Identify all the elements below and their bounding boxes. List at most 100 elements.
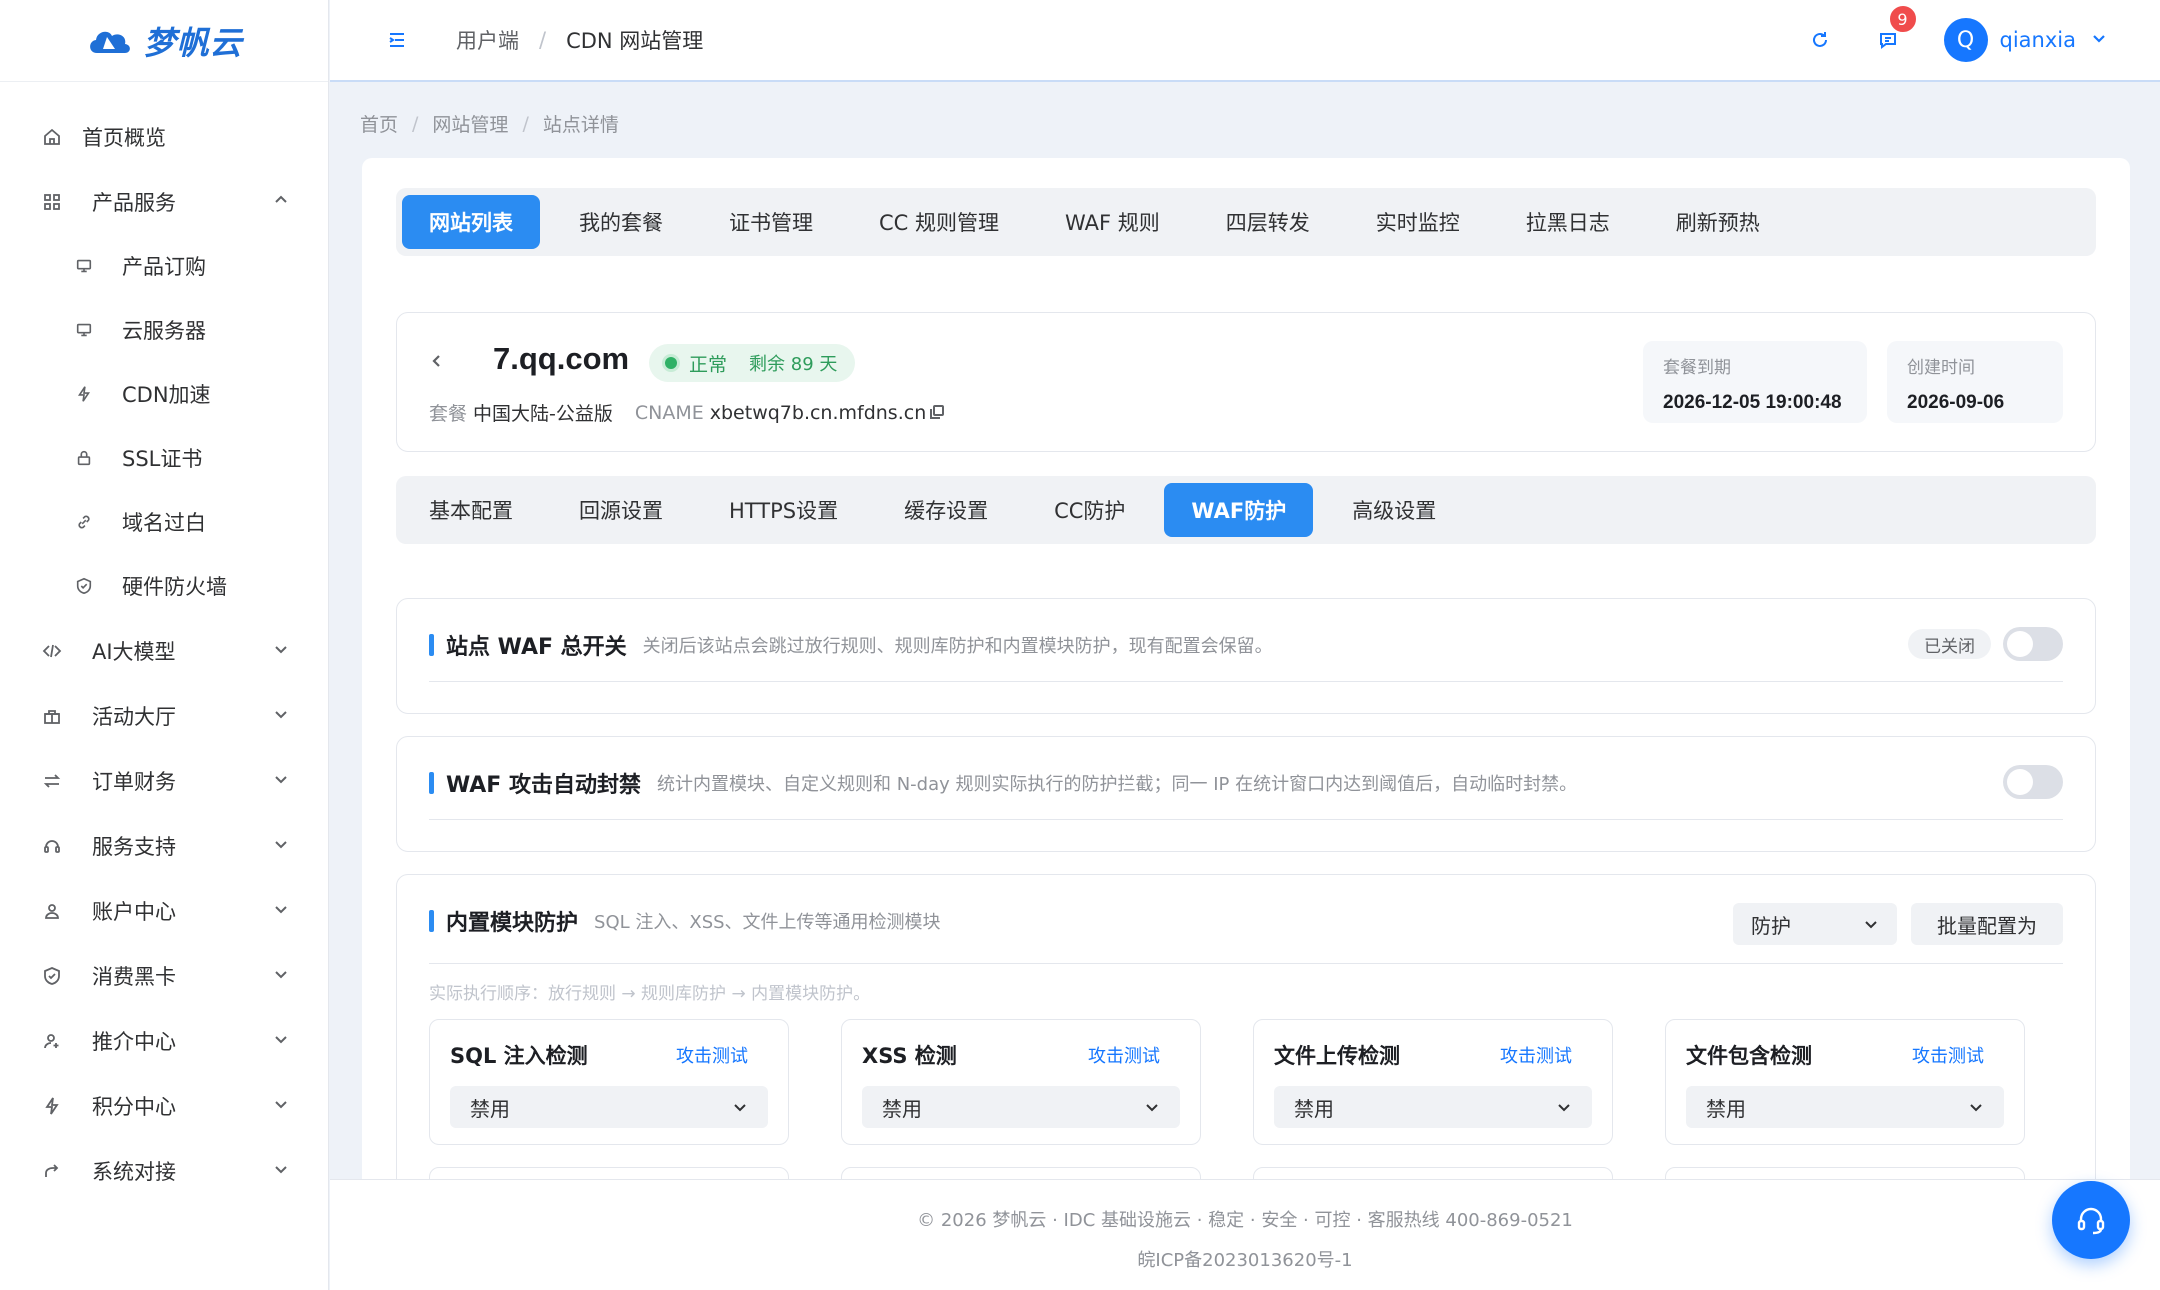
- module-mode-select[interactable]: 禁用: [1274, 1086, 1592, 1128]
- waf-master-toggle[interactable]: [2003, 627, 2063, 661]
- module-card: XSS 检测 攻击测试 禁用: [841, 1019, 1201, 1145]
- tab-top-0[interactable]: 网站列表: [402, 195, 540, 249]
- expire-box: 套餐到期 2026-12-05 19:00:48: [1643, 341, 1867, 423]
- sidebar-item-3[interactable]: 活动大厅: [0, 683, 328, 748]
- sidebar-menu: 首页概览 产品服务 产品订购 云服务器 CDN加速 SSL证书 域名过白硬件防火墙 AI大模型…: [0, 82, 328, 1203]
- share-icon: [42, 1161, 62, 1181]
- chevron-up-icon: [272, 190, 290, 214]
- refresh-icon[interactable]: [1806, 26, 1834, 54]
- chevron-down-icon: [1865, 921, 1877, 929]
- tab-config-3[interactable]: 缓存设置: [877, 483, 1015, 537]
- sidebar-subitem-5[interactable]: 硬件防火墙: [0, 554, 328, 618]
- breadcrumb-separator: /: [412, 112, 419, 135]
- batch-mode-select[interactable]: 防护: [1733, 903, 1897, 945]
- batch-config-button[interactable]: 批量配置为: [1911, 903, 2063, 945]
- tab-top-7[interactable]: 拉黑日志: [1499, 195, 1637, 249]
- sidebar-subitem-2[interactable]: CDN加速: [0, 362, 328, 426]
- config-tabs: 基本配置 回源设置 HTTPS设置 缓存设置 CC防护 WAF防护 高级设置: [396, 476, 2096, 544]
- sidebar-item-label: 硬件防火墙: [122, 575, 227, 599]
- tab-top-8[interactable]: 刷新预热: [1649, 195, 1787, 249]
- sidebar-item-9[interactable]: 积分中心: [0, 1073, 328, 1138]
- attack-test-link[interactable]: 攻击测试: [1912, 1042, 1984, 1068]
- sidebar-item-0[interactable]: 首页概览: [0, 104, 328, 169]
- sidebar-item-5[interactable]: 服务支持: [0, 813, 328, 878]
- tab-config-4[interactable]: CC防护: [1027, 483, 1152, 537]
- monitor-icon: [74, 320, 94, 340]
- chevron-down-icon: [1558, 1104, 1570, 1112]
- section-bar: [429, 772, 434, 794]
- username[interactable]: qianxia: [2000, 28, 2076, 52]
- chevron-down-icon: [272, 834, 290, 858]
- bolt-icon: [74, 384, 94, 404]
- content-card: 网站列表 我的套餐 证书管理 CC 规则管理 WAF 规则 四层转发 实时监控 拉黑日志 刷新预…: [362, 158, 2130, 1179]
- attack-test-link[interactable]: 攻击测试: [1088, 1042, 1160, 1068]
- status-badge: 正常 剩余 89 天: [649, 344, 856, 382]
- site-domain: 7.qq.com: [493, 341, 630, 376]
- module-mode-value: 禁用: [882, 1096, 922, 1121]
- module-card: [1665, 1167, 2025, 1179]
- tab-top-4[interactable]: WAF 规则: [1038, 195, 1187, 249]
- breadcrumb-home[interactable]: 首页: [360, 110, 398, 137]
- back-icon[interactable]: [425, 349, 449, 373]
- module-mode-select[interactable]: 禁用: [450, 1086, 768, 1128]
- toggle-knob: [2007, 769, 2033, 795]
- tab-config-5[interactable]: WAF防护: [1164, 483, 1314, 537]
- sidebar-subitem-0[interactable]: 产品订购: [0, 234, 328, 298]
- header-breadcrumb-root[interactable]: 用户端: [456, 25, 519, 55]
- attack-test-link[interactable]: 攻击测试: [1500, 1042, 1572, 1068]
- sidebar-item-4[interactable]: 订单财务: [0, 748, 328, 813]
- chevron-down-icon: [1970, 1104, 1982, 1112]
- tab-top-3[interactable]: CC 规则管理: [852, 195, 1026, 249]
- tab-top-2[interactable]: 证书管理: [702, 195, 840, 249]
- sidebar-item-7[interactable]: 消费黑卡: [0, 943, 328, 1008]
- home-icon: [42, 127, 62, 147]
- breadcrumb-site-manage[interactable]: 网站管理: [432, 110, 508, 137]
- copy-icon[interactable]: [930, 402, 945, 424]
- message-icon[interactable]: 9: [1874, 4, 1918, 54]
- sidebar-subitem-1[interactable]: 云服务器: [0, 298, 328, 362]
- tab-config-1[interactable]: 回源设置: [552, 483, 690, 537]
- tab-top-1[interactable]: 我的套餐: [552, 195, 690, 249]
- waf-master-switch-panel: 站点 WAF 总开关 关闭后该站点会跳过放行规则、规则库防护和内置模块防护，现有…: [396, 598, 2096, 714]
- chevron-down-icon: [272, 704, 290, 728]
- header-breadcrumb-current: CDN 网站管理: [566, 29, 704, 53]
- support-headset-icon[interactable]: [2052, 1181, 2130, 1259]
- created-box: 创建时间 2026-09-06: [1887, 341, 2063, 423]
- expire-value: 2026-12-05 19:00:48: [1663, 392, 1842, 413]
- tab-top-6[interactable]: 实时监控: [1349, 195, 1487, 249]
- chevron-down-icon: [272, 769, 290, 793]
- sidebar-item-1[interactable]: 产品服务: [0, 169, 328, 234]
- attack-test-link[interactable]: 攻击测试: [676, 1042, 748, 1068]
- sidebar-item-10[interactable]: 系统对接: [0, 1138, 328, 1203]
- sidebar-item-2[interactable]: AI大模型: [0, 618, 328, 683]
- swap-icon: [42, 771, 62, 791]
- toggle-knob: [2007, 631, 2033, 657]
- sidebar-subitem-3[interactable]: SSL证书: [0, 426, 328, 490]
- menu-collapse-icon[interactable]: [382, 25, 412, 55]
- expire-label: 套餐到期: [1663, 358, 1731, 378]
- sidebar-item-8[interactable]: 推介中心: [0, 1008, 328, 1073]
- module-mode-select[interactable]: 禁用: [862, 1086, 1180, 1128]
- tab-config-0[interactable]: 基本配置: [402, 483, 540, 537]
- user-icon: [42, 901, 62, 921]
- tab-config-2[interactable]: HTTPS设置: [702, 483, 865, 537]
- sidebar-subitem-4[interactable]: 域名过白: [0, 490, 328, 554]
- monitor-icon: [74, 256, 94, 276]
- module-mode-value: 禁用: [1706, 1096, 1746, 1121]
- footer-icp[interactable]: 皖ICP备2023013620号-1: [330, 1246, 2160, 1272]
- sidebar-item-label: 订单财务: [92, 769, 176, 794]
- auto-ban-toggle[interactable]: [2003, 765, 2063, 799]
- sidebar-item-6[interactable]: 账户中心: [0, 878, 328, 943]
- avatar[interactable]: Q: [1943, 18, 1988, 62]
- section-bar: [429, 634, 434, 656]
- breadcrumb-site-detail: 站点详情: [542, 114, 619, 136]
- execution-order-note: 实际执行顺序：放行规则 → 规则库防护 → 内置模块防护。: [429, 984, 871, 1004]
- tab-top-5[interactable]: 四层转发: [1199, 195, 1337, 249]
- module-mode-select[interactable]: 禁用: [1686, 1086, 2004, 1128]
- tab-config-6[interactable]: 高级设置: [1325, 483, 1463, 537]
- remaining-days: 剩余 89 天: [749, 354, 838, 375]
- chevron-down-icon[interactable]: [2090, 29, 2108, 51]
- chevron-down-icon: [272, 639, 290, 663]
- brand-logo[interactable]: 梦帆云: [0, 0, 328, 82]
- chevron-down-icon: [272, 1094, 290, 1118]
